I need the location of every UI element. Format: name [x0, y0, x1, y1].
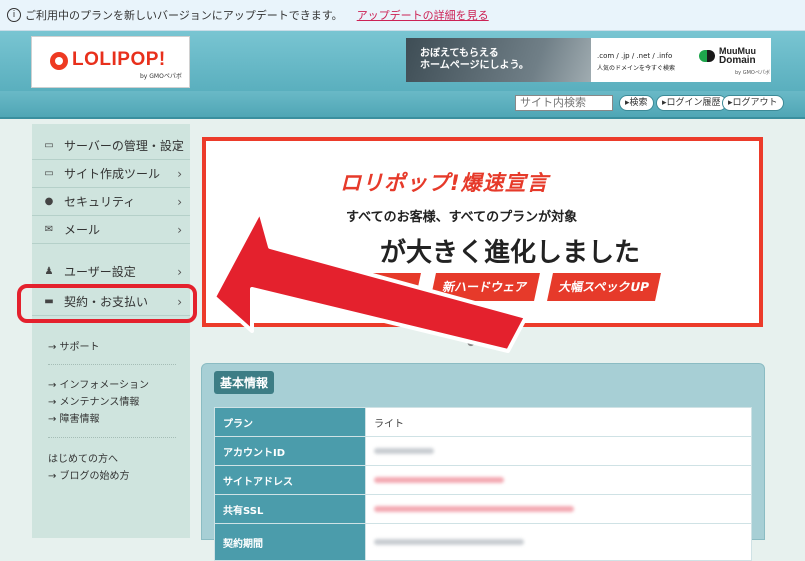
row-key: 共有SSL [214, 494, 366, 524]
logo-text: LOLIPOP! [72, 49, 166, 70]
redacted-value [374, 447, 434, 454]
muumuu-logo-icon [699, 50, 715, 62]
sidebar-item-server-settings[interactable]: ▭ サーバーの管理・設定 › [32, 132, 190, 160]
table-row: 共有SSL [214, 494, 752, 524]
logo-sub: by GMOペパボ [140, 73, 182, 80]
row-key: プラン [214, 407, 366, 437]
chevron-right-icon: › [177, 222, 182, 237]
sidebar-item-security[interactable]: ● セキュリティ › [32, 188, 190, 216]
sidebar-item-label: メール [64, 223, 101, 237]
row-key: 契約期間 [214, 523, 366, 561]
sidebar-item-label: サイト作成ツール [64, 167, 161, 181]
divider [48, 364, 176, 365]
redacted-value [374, 476, 504, 483]
server-icon: ▭ [44, 140, 54, 151]
mail-icon: ✉ [44, 224, 54, 235]
update-details-link[interactable]: アップデートの詳細を見る [357, 7, 489, 23]
divider [48, 437, 176, 438]
muumuu-sub: by GMOペパボ [735, 70, 770, 76]
table-row: プラン ライト [214, 407, 752, 437]
user-icon: ♟ [44, 266, 54, 277]
blog-start-link[interactable]: → ブログの始め方 [48, 467, 130, 482]
row-value-redacted [365, 436, 752, 466]
table-row: アカウントID [214, 436, 752, 466]
basic-info-panel: 基本情報 プラン ライト アカウントID サイトアドレス 共有SSL 契約期間 [201, 363, 765, 561]
redacted-value [374, 505, 574, 512]
row-value: ライト [365, 407, 752, 437]
tag-spec: 大幅スペックUP [547, 273, 661, 301]
sidebar: ▭ サーバーの管理・設定 › ▭ サイト作成ツール › ● セキュリティ › ✉… [32, 124, 190, 538]
row-key: サイトアドレス [214, 465, 366, 495]
annotation-arrow [212, 209, 528, 353]
sidebar-item-label: ユーザー設定 [64, 265, 136, 279]
chevron-right-icon: › [177, 166, 182, 181]
chevron-right-icon: › [177, 264, 182, 279]
update-notice-text: ご利用中のプランを新しいバージョンにアップデートできます。 [25, 9, 343, 22]
basic-info-title: 基本情報 [214, 371, 275, 394]
sidebar-item-user-settings[interactable]: ♟ ユーザー設定 › [32, 258, 190, 286]
hero-title: ロリポップ!爆速宣言 [340, 171, 549, 195]
row-value-redacted [365, 465, 752, 495]
redacted-value [374, 538, 524, 545]
domain-tlds: .com / .jp / .net / .info [597, 52, 673, 60]
row-key: アカウントID [214, 436, 366, 466]
highlight-circle [17, 284, 197, 323]
muumuu-domain: Domain [719, 55, 756, 66]
row-value-redacted [365, 494, 752, 524]
support-link[interactable]: → サポート [48, 338, 100, 353]
lolipop-logo-icon [50, 52, 68, 70]
chevron-right-icon: › [177, 194, 182, 209]
failure-info-link[interactable]: → 障害情報 [48, 410, 100, 425]
beginners-link[interactable]: はじめての方へ [48, 450, 118, 465]
sidebar-item-label: セキュリティ [64, 195, 136, 209]
ad-line2: ホームページにしよう。 [420, 60, 529, 71]
top-toolbar: ▸検索 ▸ログイン履歴 ▸ログアウト [0, 91, 805, 119]
site-search-input[interactable] [515, 95, 613, 111]
sidebar-item-site-tools[interactable]: ▭ サイト作成ツール › [32, 160, 190, 188]
sidebar-item-label: サーバーの管理・設定 [64, 139, 184, 153]
table-row: サイトアドレス [214, 465, 752, 495]
update-notice-bar: i ご利用中のプランを新しいバージョンにアップデートできます。 アップデートの詳… [0, 0, 805, 31]
information-link[interactable]: → インフォメーション [48, 376, 149, 391]
homepage-ad-banner[interactable]: おぼえてもらえる ホームページにしよう。 [406, 38, 591, 82]
table-row: 契約期間 [214, 523, 752, 561]
maintenance-link[interactable]: → メンテナンス情報 [48, 393, 139, 408]
row-value-redacted [365, 523, 752, 561]
muumuu-domain-banner[interactable]: .com / .jp / .net / .info 人気のドメインを今すぐ検索 … [591, 38, 771, 82]
monitor-icon: ▭ [44, 168, 54, 179]
info-icon: i [7, 8, 21, 22]
logout-button[interactable]: ▸ログアウト [722, 95, 784, 111]
login-history-button[interactable]: ▸ログイン履歴 [656, 95, 727, 111]
lolipop-logo[interactable]: LOLIPOP! by GMOペパボ [31, 36, 190, 88]
shield-icon: ● [44, 196, 54, 207]
site-header: LOLIPOP! by GMOペパボ おぼえてもらえる ホームページにしよう。 … [0, 31, 805, 91]
chevron-right-icon: › [177, 138, 182, 153]
sidebar-item-mail[interactable]: ✉ メール › [32, 216, 190, 244]
search-button[interactable]: ▸検索 [619, 95, 654, 111]
domain-search-text: 人気のドメインを今すぐ検索 [597, 65, 676, 72]
